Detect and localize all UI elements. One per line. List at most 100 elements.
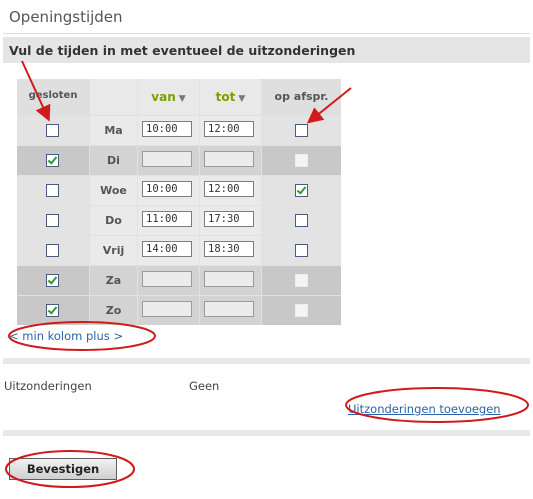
closed-checkbox[interactable] bbox=[46, 183, 59, 197]
column-header-closed: gesloten bbox=[17, 79, 89, 115]
from-time-input[interactable] bbox=[142, 151, 192, 167]
from-cell bbox=[138, 296, 199, 325]
day-label: Zo bbox=[105, 304, 122, 317]
appointment-cell bbox=[262, 266, 341, 295]
day-cell: Woe bbox=[90, 176, 137, 205]
from-cell: 11:00 bbox=[138, 206, 199, 235]
closed-checkbox[interactable] bbox=[46, 273, 59, 287]
title-bar: Openingstijden bbox=[3, 3, 530, 34]
from-time-input[interactable]: 10:00 bbox=[142, 181, 192, 197]
add-exceptions-link[interactable]: Uitzonderingen toevoegen bbox=[348, 402, 501, 416]
appointment-checkbox[interactable] bbox=[294, 183, 308, 197]
to-cell bbox=[200, 296, 261, 325]
appointment-cell bbox=[262, 146, 341, 175]
appointment-checkbox[interactable] bbox=[294, 213, 308, 227]
from-cell bbox=[138, 266, 199, 295]
appointment-cell bbox=[262, 296, 341, 325]
day-cell: Za bbox=[90, 266, 137, 295]
column-header-to[interactable]: tot ▼ bbox=[200, 79, 261, 115]
appointment-cell bbox=[262, 176, 341, 205]
confirm-button[interactable]: Bevestigen bbox=[9, 458, 117, 480]
from-cell: 10:00 bbox=[138, 176, 199, 205]
appointment-checkbox bbox=[294, 153, 308, 167]
day-cell: Ma bbox=[90, 116, 137, 145]
day-label: Do bbox=[105, 214, 122, 227]
closed-cell bbox=[17, 296, 89, 325]
to-time-input[interactable] bbox=[204, 271, 254, 287]
to-cell: 18:30 bbox=[200, 236, 261, 265]
closed-cell bbox=[17, 266, 89, 295]
closed-checkbox[interactable] bbox=[46, 243, 59, 257]
from-time-input[interactable]: 11:00 bbox=[142, 211, 192, 227]
to-time-input[interactable] bbox=[204, 301, 254, 317]
column-appointment-label: op afspr. bbox=[274, 90, 329, 103]
table-row: Ma 10:00 12:00 bbox=[17, 116, 341, 145]
day-cell: Vrij bbox=[90, 236, 137, 265]
column-pager-link[interactable]: < min kolom plus > bbox=[9, 329, 123, 343]
section-title: Vul de tijden in met eventueel de uitzon… bbox=[9, 43, 356, 58]
closed-checkbox[interactable] bbox=[46, 153, 59, 167]
opening-hours-panel: Openingstijden Vul de tijden in met even… bbox=[3, 3, 530, 496]
day-label: Di bbox=[107, 154, 120, 167]
from-cell: 10:00 bbox=[138, 116, 199, 145]
appointment-cell bbox=[262, 206, 341, 235]
day-label: Vrij bbox=[102, 244, 125, 257]
appointment-cell bbox=[262, 236, 341, 265]
day-cell: Do bbox=[90, 206, 137, 235]
to-cell bbox=[200, 266, 261, 295]
page-title: Openingstijden bbox=[9, 8, 123, 26]
appointment-checkbox[interactable] bbox=[294, 243, 308, 257]
section-header: Vul de tijden in met eventueel de uitzon… bbox=[3, 37, 530, 63]
from-cell: 14:00 bbox=[138, 236, 199, 265]
closed-cell bbox=[17, 116, 89, 145]
column-from-label[interactable]: van bbox=[151, 90, 175, 104]
closed-cell bbox=[17, 176, 89, 205]
closed-checkbox[interactable] bbox=[46, 213, 59, 227]
from-time-input[interactable] bbox=[142, 271, 192, 287]
from-time-input[interactable]: 14:00 bbox=[142, 241, 192, 257]
column-header-appointment: op afspr. bbox=[262, 79, 341, 115]
to-cell: 17:30 bbox=[200, 206, 261, 235]
closed-cell bbox=[17, 236, 89, 265]
day-label: Ma bbox=[104, 124, 123, 137]
from-time-input[interactable]: 10:00 bbox=[142, 121, 192, 137]
table-row: Za bbox=[17, 266, 341, 295]
column-closed-label: gesloten bbox=[28, 90, 78, 101]
closed-cell bbox=[17, 146, 89, 175]
appointment-checkbox bbox=[294, 273, 308, 287]
from-cell bbox=[138, 146, 199, 175]
table-row: Di bbox=[17, 146, 341, 175]
column-to-label[interactable]: tot bbox=[216, 90, 236, 104]
column-header-day bbox=[90, 79, 137, 115]
column-header-from[interactable]: van ▼ bbox=[138, 79, 199, 115]
to-cell: 12:00 bbox=[200, 176, 261, 205]
appointment-cell bbox=[262, 116, 341, 145]
appointment-checkbox bbox=[294, 303, 308, 317]
divider bbox=[3, 430, 530, 436]
sort-down-icon[interactable]: ▼ bbox=[238, 94, 245, 104]
closed-checkbox[interactable] bbox=[46, 123, 59, 137]
day-label: Woe bbox=[100, 184, 127, 197]
to-time-input[interactable]: 12:00 bbox=[204, 181, 254, 197]
exceptions-value: Geen bbox=[189, 379, 220, 393]
day-label: Za bbox=[105, 274, 122, 287]
table-row: Do 11:00 17:30 bbox=[17, 206, 341, 235]
to-time-input[interactable]: 18:30 bbox=[204, 241, 254, 257]
to-time-input[interactable]: 17:30 bbox=[204, 211, 254, 227]
to-cell bbox=[200, 146, 261, 175]
to-time-input[interactable] bbox=[204, 151, 254, 167]
day-cell: Di bbox=[90, 146, 137, 175]
day-cell: Zo bbox=[90, 296, 137, 325]
to-cell: 12:00 bbox=[200, 116, 261, 145]
closed-checkbox[interactable] bbox=[46, 303, 59, 317]
divider bbox=[3, 358, 530, 364]
table-row: Vrij 14:00 18:30 bbox=[17, 236, 341, 265]
table-row: Zo bbox=[17, 296, 341, 325]
exceptions-label: Uitzonderingen bbox=[4, 379, 92, 393]
table-row: Woe 10:00 12:00 bbox=[17, 176, 341, 205]
appointment-checkbox[interactable] bbox=[294, 123, 308, 137]
from-time-input[interactable] bbox=[142, 301, 192, 317]
sort-down-icon[interactable]: ▼ bbox=[179, 94, 186, 104]
closed-cell bbox=[17, 206, 89, 235]
to-time-input[interactable]: 12:00 bbox=[204, 121, 254, 137]
